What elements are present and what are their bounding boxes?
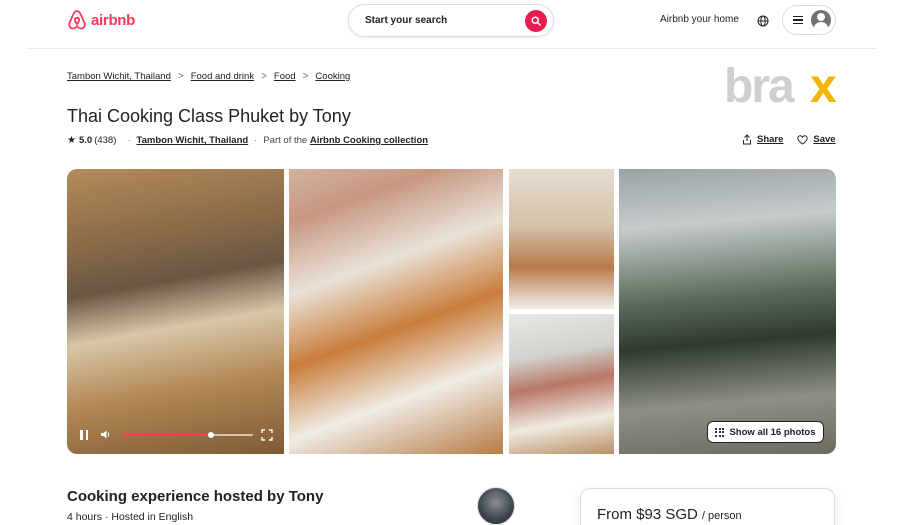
user-menu-button[interactable] xyxy=(782,5,836,35)
brax-watermark-logo: bra x xyxy=(724,60,837,113)
show-all-photos-label: Show all 16 photos xyxy=(729,426,816,438)
breadcrumb-item-cooking[interactable]: Cooking xyxy=(315,71,350,82)
svg-text:bra: bra xyxy=(724,60,795,113)
language-button[interactable] xyxy=(757,14,769,32)
experience-subtitle: Cooking experience hosted by Tony xyxy=(67,488,324,505)
globe-icon xyxy=(757,15,769,27)
listing-meta: ★ 5.0 (438) · Tambon Wichit, Thailand · … xyxy=(67,135,428,146)
price-row: From $93 SGD / person xyxy=(597,506,742,523)
share-label: Share xyxy=(757,134,784,145)
user-avatar-icon xyxy=(811,10,831,30)
pause-icon[interactable] xyxy=(80,430,88,440)
breadcrumb: Tambon Wichit, Thailand > Food and drink… xyxy=(67,71,350,82)
airbnb-logo[interactable]: airbnb xyxy=(67,9,135,31)
separator-dot: · xyxy=(254,135,258,146)
price-per: / person xyxy=(701,510,742,522)
video-controls xyxy=(67,424,284,446)
save-button[interactable]: Save xyxy=(797,134,836,145)
gallery-photo-group-table[interactable] xyxy=(509,169,614,309)
search-bar[interactable]: Start your search xyxy=(348,4,554,37)
volume-icon[interactable] xyxy=(100,429,112,440)
gallery-photo-cooking-class[interactable] xyxy=(509,314,614,454)
video-progress-handle[interactable] xyxy=(207,432,214,438)
video-progress-bar[interactable] xyxy=(121,432,253,438)
chevron-right-icon: > xyxy=(261,71,267,82)
breadcrumb-item-food-and-drink[interactable]: Food and drink xyxy=(191,71,254,82)
fullscreen-icon[interactable] xyxy=(261,429,273,441)
share-button[interactable]: Share xyxy=(742,134,783,145)
booking-card: From $93 SGD / person xyxy=(580,488,835,525)
chevron-right-icon: > xyxy=(177,71,184,82)
airbnb-logo-icon xyxy=(68,10,86,30)
logo-text: airbnb xyxy=(91,11,136,29)
header-divider xyxy=(26,48,876,49)
listing-actions: Share Save xyxy=(742,134,836,145)
search-button[interactable] xyxy=(525,10,547,32)
price-amount: From $93 SGD xyxy=(597,506,698,523)
collection-prefix: Part of the xyxy=(263,135,308,146)
breadcrumb-item-location[interactable]: Tambon Wichit, Thailand xyxy=(67,71,171,82)
gallery-photo-market[interactable] xyxy=(619,169,836,454)
menu-icon xyxy=(793,16,803,24)
rating-value: 5.0 xyxy=(78,135,93,146)
collection-link[interactable]: Airbnb Cooking collection xyxy=(310,135,428,146)
location-link[interactable]: Tambon Wichit, Thailand xyxy=(137,135,249,146)
experience-info: 4 hours · Hosted in English xyxy=(67,511,194,523)
save-label: Save xyxy=(813,134,836,145)
grid-icon xyxy=(715,427,725,437)
heart-icon xyxy=(797,134,809,145)
show-all-photos-button[interactable]: Show all 16 photos xyxy=(707,421,824,443)
review-count[interactable]: (438) xyxy=(94,135,116,146)
top-nav: airbnb Start your search Airbnb your hom… xyxy=(0,0,900,48)
search-icon xyxy=(531,16,541,26)
page-title: Thai Cooking Class Phuket by Tony xyxy=(67,106,351,126)
separator-dot: · xyxy=(127,135,131,146)
search-placeholder: Start your search xyxy=(365,15,448,26)
breadcrumb-item-food[interactable]: Food xyxy=(274,71,296,82)
airbnb-your-home-link[interactable]: Airbnb your home xyxy=(660,14,739,25)
star-icon: ★ xyxy=(67,135,76,146)
gallery-photo-food-plates[interactable] xyxy=(289,169,503,454)
host-avatar[interactable] xyxy=(477,487,515,525)
gallery-video-main[interactable] xyxy=(67,169,284,454)
svg-text:x: x xyxy=(810,60,837,113)
video-progress-fill xyxy=(121,434,211,436)
share-icon xyxy=(743,134,751,145)
chevron-right-icon: > xyxy=(302,71,309,82)
